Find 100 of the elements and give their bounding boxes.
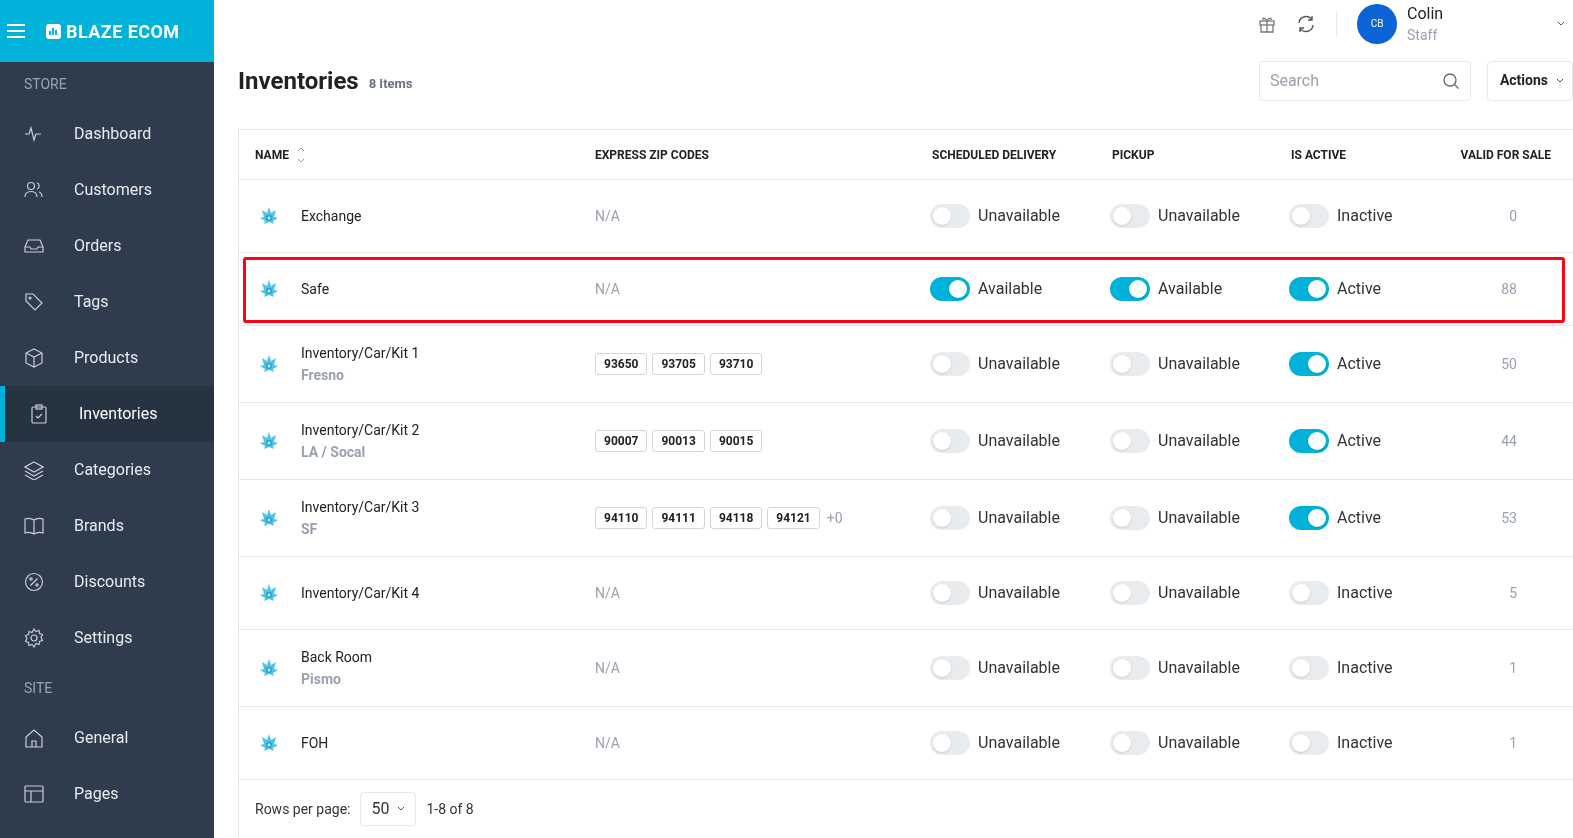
- toggle-label: Unavailable: [1158, 507, 1240, 529]
- toggle-switch[interactable]: [1110, 352, 1150, 376]
- zip-code-tag: 90007: [595, 430, 648, 452]
- toggle-switch[interactable]: [1110, 731, 1150, 755]
- leaf-icon: [259, 206, 279, 226]
- toggle-switch[interactable]: [1110, 277, 1150, 301]
- search-icon: [1441, 71, 1460, 90]
- more-count: +0: [826, 508, 843, 528]
- sidebar-item[interactable]: Dashboard: [0, 106, 214, 162]
- tag-icon: [24, 292, 44, 312]
- home-icon: [24, 728, 44, 748]
- toggle-switch[interactable]: [930, 204, 970, 228]
- toggle-switch[interactable]: [930, 429, 970, 453]
- toggle-switch[interactable]: [1110, 506, 1150, 530]
- brand-name: BLAZE ECOM: [66, 19, 180, 44]
- column-header: VALID FOR SALE: [1460, 146, 1551, 164]
- toggle-switch[interactable]: [930, 731, 970, 755]
- toggle-switch[interactable]: [1289, 429, 1329, 453]
- toggle-label: Unavailable: [978, 732, 1060, 754]
- leaf-icon: [259, 508, 279, 528]
- empty-value: N/A: [595, 583, 620, 603]
- inventory-location: Fresno: [301, 366, 345, 385]
- sidebar-item[interactable]: Settings: [0, 610, 214, 666]
- sidebar-item[interactable]: Pages: [0, 766, 214, 822]
- chevron-down-icon[interactable]: [1557, 20, 1565, 27]
- box-icon: [24, 348, 44, 368]
- sidebar-item[interactable]: Tags: [0, 274, 214, 330]
- toggle-label: Unavailable: [1158, 732, 1240, 754]
- toggle-switch[interactable]: [930, 581, 970, 605]
- toggle-label: Inactive: [1337, 205, 1393, 227]
- toggle-label: Active: [1337, 278, 1382, 300]
- menu-button[interactable]: [6, 23, 26, 39]
- rows-per-page-select[interactable]: 50: [360, 792, 417, 826]
- toggle-switch[interactable]: [1110, 656, 1150, 680]
- toggle-switch[interactable]: [930, 656, 970, 680]
- toggle-switch[interactable]: [1110, 204, 1150, 228]
- toggle-switch[interactable]: [930, 277, 970, 301]
- toggle-label: Unavailable: [1158, 205, 1240, 227]
- zip-code-tag: 93650: [595, 353, 648, 375]
- inventory-name: Inventory/Car/Kit 4: [301, 584, 420, 603]
- toggle-switch[interactable]: [930, 506, 970, 530]
- valid-count: 0: [1509, 206, 1517, 226]
- inventory-location: SF: [301, 520, 319, 539]
- users-icon: [24, 180, 44, 200]
- empty-value: N/A: [595, 279, 620, 299]
- inventory-location: LA / Socal: [301, 443, 367, 462]
- toggle-switch[interactable]: [1289, 656, 1329, 680]
- sidebar-item[interactable]: Categories: [0, 442, 214, 498]
- book-icon: [24, 516, 44, 536]
- refresh-icon[interactable]: [1296, 13, 1316, 34]
- sidebar-item[interactable]: Customers: [0, 162, 214, 218]
- toggle-switch[interactable]: [1110, 581, 1150, 605]
- rows-per-page-label: Rows per page:: [255, 799, 351, 819]
- toggle-switch[interactable]: [1289, 277, 1329, 301]
- toggle-switch[interactable]: [1289, 204, 1329, 228]
- sidebar-item[interactable]: General: [0, 710, 214, 766]
- toggle-switch[interactable]: [1289, 731, 1329, 755]
- column-header: EXPRESS ZIP CODES: [595, 146, 709, 164]
- column-header[interactable]: NAME: [255, 145, 289, 164]
- sidebar-item[interactable]: Inventories: [0, 386, 214, 442]
- column-header: PICKUP: [1112, 146, 1155, 164]
- toggle-switch[interactable]: [1289, 352, 1329, 376]
- toggle-label: Unavailable: [1158, 582, 1240, 604]
- toggle-label: Unavailable: [1158, 430, 1240, 452]
- pulse-icon: [24, 124, 44, 144]
- sidebar-item[interactable]: Discounts: [0, 554, 214, 610]
- search-field[interactable]: Search: [1258, 60, 1471, 101]
- actions-button[interactable]: Actions: [1486, 60, 1573, 101]
- inventory-location: Pismo: [301, 670, 342, 689]
- toggle-switch[interactable]: [1110, 429, 1150, 453]
- toggle-label: Unavailable: [1158, 353, 1240, 375]
- zip-code-tag: 94118: [709, 507, 763, 529]
- toggle-label: Available: [1158, 278, 1223, 300]
- inventory-name: Inventory/Car/Kit 3: [301, 498, 420, 517]
- toggle-label: Unavailable: [978, 430, 1060, 452]
- sidebar-item[interactable]: Products: [0, 330, 214, 386]
- toggle-label: Unavailable: [978, 582, 1060, 604]
- leaf-icon: [259, 279, 279, 299]
- chevron-down-icon: [397, 806, 406, 812]
- toggle-label: Active: [1337, 507, 1382, 529]
- zip-code-tag: 90015: [709, 430, 763, 452]
- pagination-range: 1-8 of 8: [426, 799, 474, 819]
- sort-icon[interactable]: [296, 145, 305, 164]
- toggle-label: Inactive: [1337, 732, 1393, 754]
- sidebar-item[interactable]: Brands: [0, 498, 214, 554]
- toggle-label: Unavailable: [978, 205, 1060, 227]
- sidebar-item[interactable]: Orders: [0, 218, 214, 274]
- valid-count: 50: [1501, 354, 1517, 374]
- empty-value: N/A: [595, 733, 620, 753]
- toggle-label: Unavailable: [978, 507, 1060, 529]
- toggle-label: Unavailable: [978, 353, 1060, 375]
- zip-code-tag: 93705: [652, 353, 705, 375]
- inventory-name: Safe: [301, 280, 330, 299]
- layout-icon: [24, 784, 44, 804]
- toggle-label: Active: [1337, 353, 1382, 375]
- toggle-switch[interactable]: [1289, 581, 1329, 605]
- toggle-switch[interactable]: [930, 352, 970, 376]
- inventory-name: FOH: [301, 734, 329, 753]
- user-avatar[interactable]: CB: [1357, 3, 1397, 44]
- toggle-switch[interactable]: [1289, 506, 1329, 530]
